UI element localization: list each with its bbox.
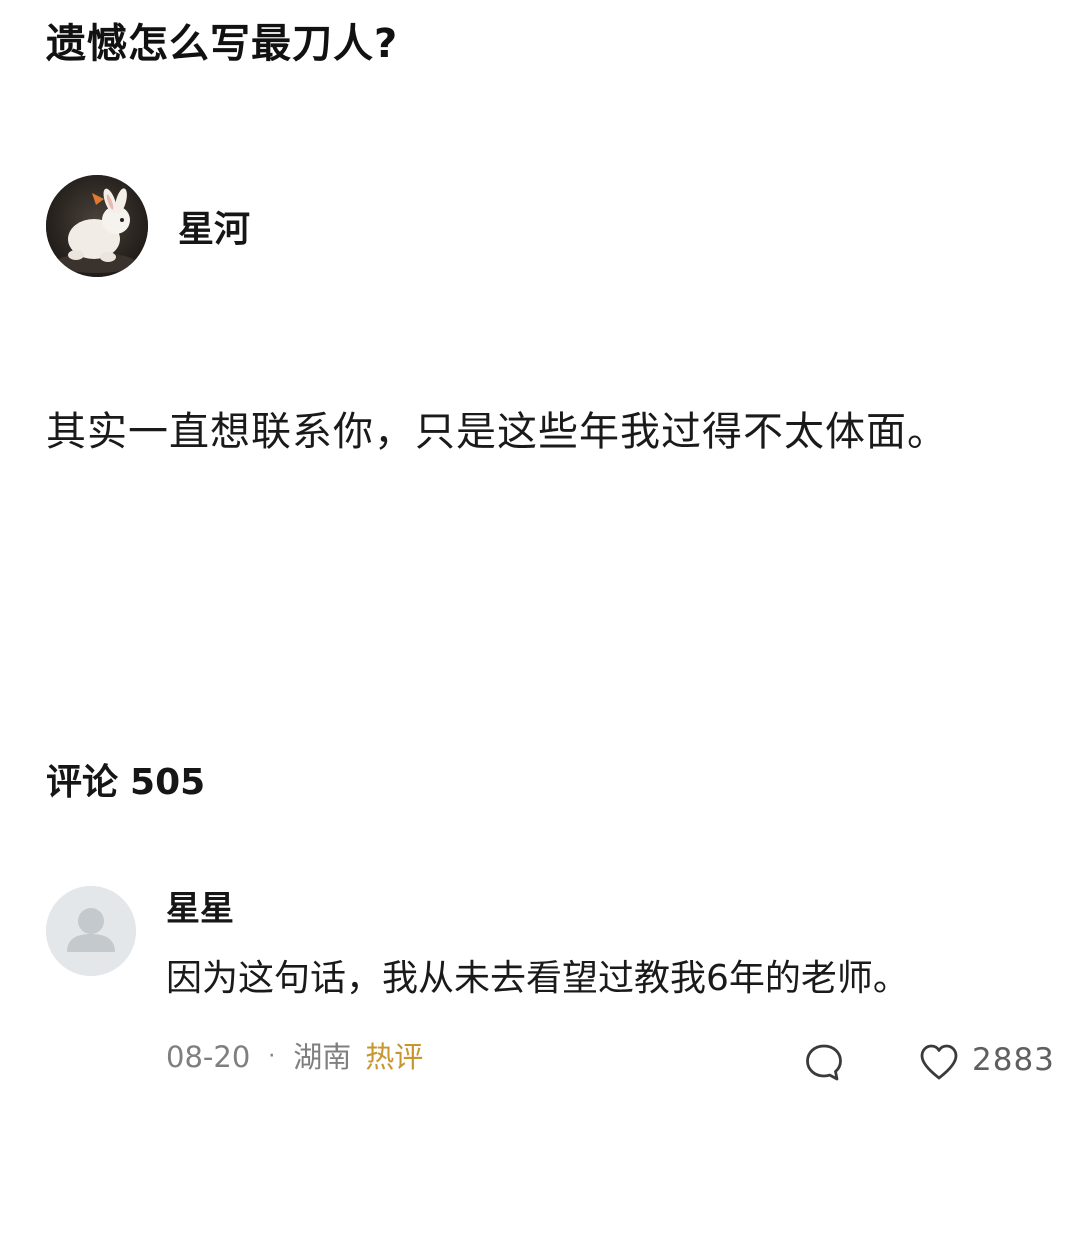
- answer-author[interactable]: 星河: [46, 175, 250, 277]
- rabbit-avatar-icon[interactable]: [46, 175, 148, 277]
- question-title: 遗憾怎么写最刀人?: [46, 21, 399, 67]
- answer-text: 其实一直想联系你，只是这些年我过得不太体面。: [46, 409, 948, 455]
- comment-item: 星星 因为这句话，我从未去看望过教我6年的老师。 08-20 · 湖南 热评 2…: [46, 884, 1056, 1104]
- author-name[interactable]: 星河: [178, 200, 250, 252]
- comment-text: 因为这句话，我从未去看望过教我6年的老师。: [166, 958, 909, 999]
- comment-meta: 08-20 · 湖南 热评: [166, 1034, 423, 1080]
- person-silhouette-icon: [46, 886, 136, 976]
- comment-date: 08-20: [166, 1040, 251, 1074]
- comments-count: 505: [130, 762, 206, 803]
- comment-user-name[interactable]: 星星: [166, 884, 234, 934]
- comments-label: 评论: [46, 762, 119, 803]
- comment-location: 湖南: [293, 1040, 352, 1074]
- heart-icon[interactable]: [918, 1042, 960, 1082]
- comment-bubble-icon[interactable]: [804, 1042, 844, 1082]
- rabbit-avatar-image: [46, 175, 148, 277]
- default-user-avatar-icon[interactable]: [46, 886, 136, 976]
- hot-comment-badge: 热评: [365, 1040, 424, 1074]
- meta-separator: ·: [268, 1044, 276, 1069]
- comments-header: 评论 505: [46, 755, 217, 811]
- like-count: 2883: [972, 1042, 1055, 1078]
